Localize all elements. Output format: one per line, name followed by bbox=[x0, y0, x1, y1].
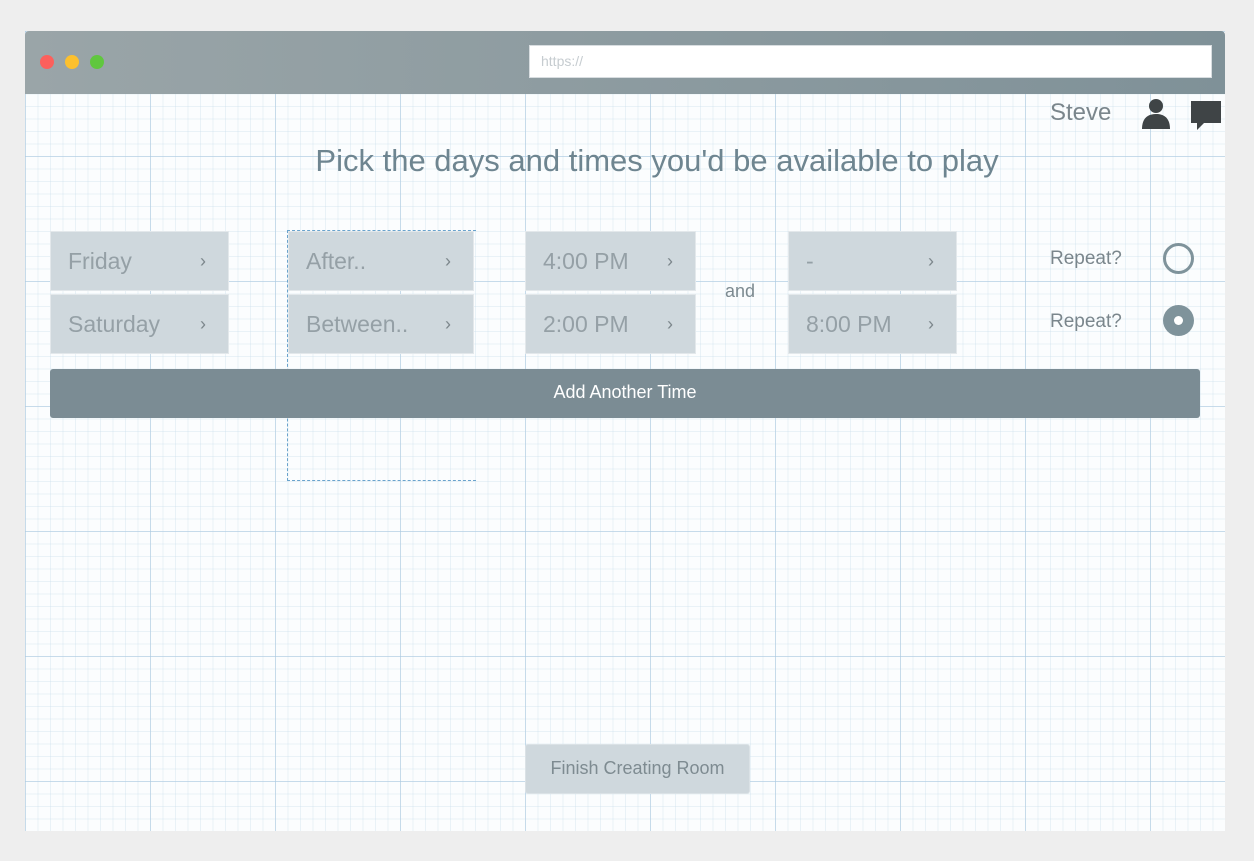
mode-select-value: After.. bbox=[306, 248, 367, 274]
start-time-value: 4:00 PM bbox=[543, 248, 629, 274]
mode-select-value: Between.. bbox=[306, 311, 409, 337]
repeat-label-1: Repeat? bbox=[1050, 248, 1122, 269]
start-time-value: 2:00 PM bbox=[543, 311, 629, 337]
chevron-right-icon: › bbox=[200, 314, 206, 334]
browser-titlebar: https:// bbox=[25, 31, 1225, 94]
start-time-select-2[interactable]: 2:00 PM › bbox=[525, 294, 696, 354]
chevron-right-icon: › bbox=[928, 314, 934, 334]
user-icon[interactable] bbox=[1140, 97, 1172, 129]
browser-window: https:// Steve Pick the days and times y… bbox=[25, 31, 1225, 831]
end-time-select-2[interactable]: 8:00 PM › bbox=[788, 294, 957, 354]
day-select-value: Friday bbox=[68, 248, 132, 274]
chevron-right-icon: › bbox=[928, 251, 934, 271]
username-label[interactable]: Steve bbox=[1050, 99, 1111, 127]
start-time-select-1[interactable]: 4:00 PM › bbox=[525, 231, 696, 291]
end-time-value: - bbox=[806, 248, 814, 274]
end-time-value: 8:00 PM bbox=[806, 311, 892, 337]
day-select-value: Saturday bbox=[68, 311, 161, 337]
finish-creating-room-button[interactable]: Finish Creating Room bbox=[525, 744, 750, 794]
repeat-radio-2[interactable] bbox=[1163, 305, 1194, 336]
maximize-window-button[interactable] bbox=[90, 55, 104, 69]
day-select-1[interactable]: Friday › bbox=[50, 231, 229, 291]
repeat-label-2: Repeat? bbox=[1050, 311, 1122, 332]
mode-select-1[interactable]: After.. › bbox=[288, 231, 474, 291]
add-another-time-button[interactable]: Add Another Time bbox=[50, 369, 1200, 418]
mode-select-2[interactable]: Between.. › bbox=[288, 294, 474, 354]
close-window-button[interactable] bbox=[40, 55, 54, 69]
chat-icon[interactable] bbox=[1190, 99, 1222, 131]
chevron-right-icon: › bbox=[667, 314, 673, 334]
repeat-radio-1[interactable] bbox=[1163, 243, 1194, 274]
chevron-right-icon: › bbox=[667, 251, 673, 271]
minimize-window-button[interactable] bbox=[65, 55, 79, 69]
chevron-right-icon: › bbox=[445, 251, 451, 271]
page-title: Pick the days and times you'd be availab… bbox=[315, 143, 999, 178]
chevron-right-icon: › bbox=[445, 314, 451, 334]
address-bar[interactable]: https:// bbox=[529, 45, 1212, 78]
and-label: and bbox=[725, 281, 756, 301]
day-select-2[interactable]: Saturday › bbox=[50, 294, 229, 354]
chevron-right-icon: › bbox=[200, 251, 206, 271]
end-time-select-1[interactable]: - › bbox=[788, 231, 957, 291]
